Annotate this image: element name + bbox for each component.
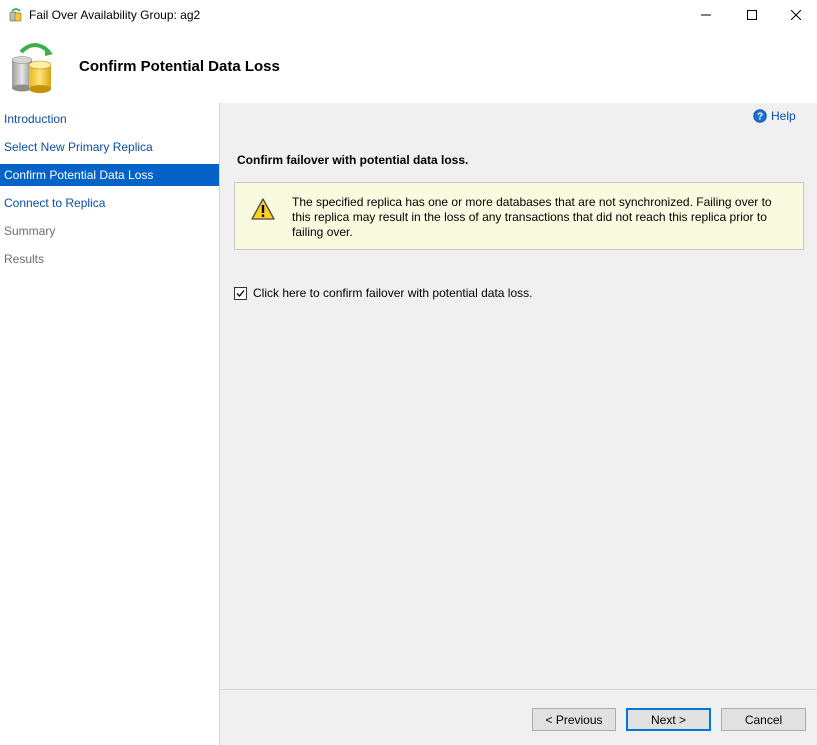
availability-group-icon (11, 43, 53, 93)
help-icon: ? (753, 109, 767, 123)
maximize-icon (747, 10, 757, 20)
sidebar-item-results: Results (4, 252, 45, 266)
wizard-header: Confirm Potential Data Loss (0, 30, 817, 103)
confirm-data-loss-checkbox[interactable]: Click here to confirm failover with pote… (234, 286, 532, 300)
close-button[interactable] (773, 0, 817, 30)
app-icon (9, 8, 22, 22)
section-title: Confirm failover with potential data los… (237, 153, 469, 167)
checkbox[interactable] (234, 286, 247, 300)
confirm-checkbox-label: Click here to confirm failover with pote… (253, 286, 533, 300)
minimize-button[interactable] (683, 0, 729, 30)
sidebar-item-confirm-potential-data-loss[interactable]: Confirm Potential Data Loss (0, 164, 219, 186)
window-title: Fail Over Availability Group: ag2 (29, 8, 201, 22)
help-label: Help (771, 109, 796, 123)
footer-divider (220, 689, 817, 690)
sidebar-item-select-new-primary-replica[interactable]: Select New Primary Replica (0, 136, 219, 158)
sidebar-item-connect-to-replica[interactable]: Connect to Replica (0, 192, 219, 214)
help-link[interactable]: ? Help (753, 109, 796, 123)
page-title: Confirm Potential Data Loss (79, 58, 280, 75)
warning-icon (251, 198, 275, 220)
sidebar-item-summary: Summary (4, 224, 56, 238)
title-bar: Fail Over Availability Group: ag2 (0, 0, 817, 30)
warning-box: The specified replica has one or more da… (234, 182, 804, 250)
warning-text: The specified replica has one or more da… (292, 195, 772, 239)
next-button[interactable]: Next > (626, 708, 711, 731)
previous-button[interactable]: < Previous (532, 708, 616, 731)
checkmark-icon (236, 289, 245, 297)
close-icon (791, 10, 801, 20)
sidebar-item-introduction[interactable]: Introduction (0, 108, 219, 130)
minimize-icon (701, 14, 711, 16)
maximize-button[interactable] (729, 0, 775, 30)
svg-text:?: ? (757, 112, 763, 123)
cancel-button[interactable]: Cancel (721, 708, 806, 731)
main-panel: ? Help Confirm failover with potential d… (220, 103, 817, 689)
wizard-sidebar: Introduction Select New Primary Replica … (0, 103, 220, 745)
